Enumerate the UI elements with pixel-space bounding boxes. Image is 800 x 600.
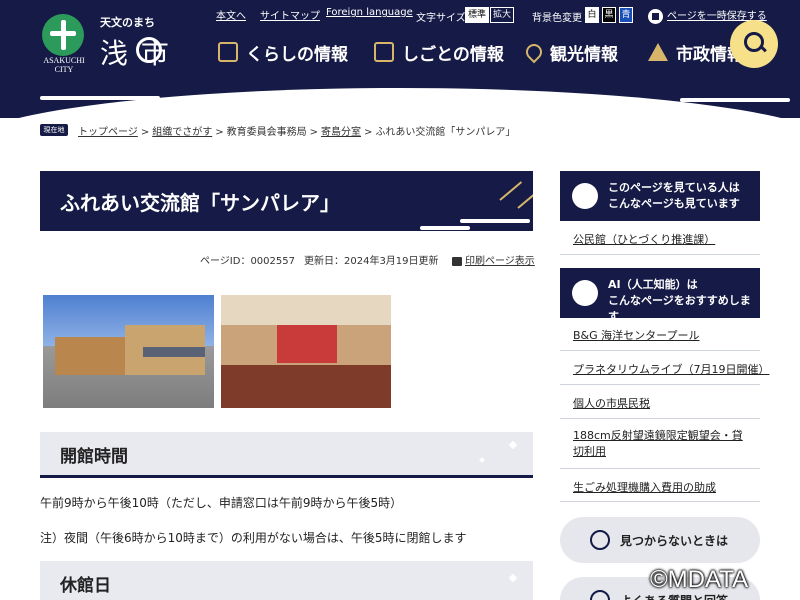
not-found-button[interactable]: 見つからないときは [560,517,760,563]
building-exterior-photo [43,295,214,408]
viewed-link-kominkan[interactable]: 公民館（ひとづくり推進課） [573,231,715,247]
print-label: 印刷ページ表示 [465,256,535,267]
font-size-standard-button[interactable]: 標準 [465,7,489,23]
cloud-stripe [460,219,530,223]
nav-work-label: しごとの情報 [402,44,504,65]
nav-tourism[interactable]: 観光情報 [522,38,618,66]
site-logo[interactable]: ASAKUCHI CITY 天文のまち 浅 市 [38,10,198,74]
hours-heading: 開館時間 [60,447,128,467]
page-title-banner: ふれあい交流館「サンパレア」 [40,171,533,231]
ai-link-telescope[interactable]: 188cm反射望遠鏡限定観望会・貸切利用 [573,428,748,460]
breadcrumb-education-board: 教育委員会事務局 [226,127,307,138]
logo-tagline: 天文のまち [100,16,155,29]
viewed-pages-header: このページを見ている人は こんなページも見ています [560,171,760,221]
ai-head-line1: AI（人工知能）は [608,278,698,291]
search-document-icon [590,530,610,550]
logo-english-city: CITY [54,65,74,74]
search-icon[interactable] [730,20,778,68]
ai-link-pool[interactable]: B&G 海洋センタープール [573,327,699,343]
bg-blue-button[interactable]: 青 [619,7,633,23]
question-icon [590,590,610,600]
city-hall-icon [648,43,668,61]
shooting-star-icon [517,181,533,209]
bg-white-button[interactable]: 白 [585,7,599,23]
ai-link-garbage[interactable]: 生ごみ処理機購入費用の助成 [573,479,716,495]
ai-head-line2: こんなページをおすすめします [608,294,751,323]
hall-interior-photo [221,295,391,408]
house-icon [218,42,238,62]
viewed-head-line1: このページを見ている人は [608,181,740,194]
print-link[interactable]: 印刷ページ表示 [452,252,535,267]
building-icon [374,42,394,62]
current-location-badge: 現在地 [40,124,68,136]
breadcrumb-top[interactable]: トップページ [78,127,138,138]
save-icon [648,8,663,24]
breadcrumb-yorishima-branch[interactable]: 寄島分室 [321,127,361,138]
header-cloud-stripe [560,106,650,110]
ai-link-tax[interactable]: 個人の市県民税 [573,395,650,411]
section-heading-hours: 開館時間 [40,432,533,478]
font-size-large-button[interactable]: 拡大 [490,7,514,23]
breadcrumb: トップページ > 組織でさがす > 教育委員会事務局 > 寄島分室 > ふれあい交流館「サンパレ… [78,127,516,138]
cloud-stripe [420,226,470,230]
eye-document-icon [572,183,598,209]
updated-date: 更新日：2024年3月19日更新 [304,256,439,267]
viewed-head-line2: こんなページも見ています [608,197,740,210]
foreign-language-link[interactable]: Foreign language [326,7,413,18]
page-id: ページID：0002557 [200,256,295,267]
font-size-label: 文字サイズ [416,13,466,24]
map-pin-icon [522,40,546,64]
logo-ring-icon [136,37,162,63]
header-curve [0,88,800,118]
bg-color-label: 背景色変更 [532,13,582,24]
section-heading-closed: 休館日 [40,561,533,600]
nav-tourism-label: 観光情報 [550,44,618,65]
logo-english: ASAKUCHI [43,56,85,65]
nav-living-label: くらしの情報 [246,44,348,65]
watermark: ©MDATA [650,566,749,593]
skip-to-content-link[interactable]: 本文へ [216,7,246,22]
hours-text: 午前9時から午後10時（ただし、申請窓口は午前9時から午後5時） [40,496,403,510]
header-cloud-stripe [40,96,160,100]
shooting-star-icon [499,181,523,201]
bg-black-button[interactable]: 黒 [602,7,616,23]
nav-living[interactable]: くらしの情報 [218,38,348,66]
page-title: ふれあい交流館「サンパレア」 [60,191,340,215]
hours-note: 注）夜間（午後6時から10時まで）の利用がない場合は、午後5時に閉館します [40,531,467,545]
nav-work[interactable]: しごとの情報 [374,38,504,66]
sitemap-link[interactable]: サイトマップ [260,7,320,22]
not-found-label: 見つからないときは [620,534,729,548]
ai-link-planetarium[interactable]: プラネタリウムライブ（7月19日開催） [573,361,769,377]
breadcrumb-current: ふれあい交流館「サンパレア」 [375,127,516,138]
header-cloud-stripe [680,98,790,102]
closed-heading: 休館日 [60,576,111,596]
printer-icon [452,256,462,266]
ai-recommend-header: AI（人工知能）はこんなページをおすすめします [560,268,760,323]
breadcrumb-organization[interactable]: 組織でさがす [152,127,212,138]
city-emblem-icon [42,14,84,56]
ai-icon [572,280,598,306]
site-header: ASAKUCHI CITY 天文のまち 浅 市 本文へ サイトマップ Foreig… [0,0,800,118]
